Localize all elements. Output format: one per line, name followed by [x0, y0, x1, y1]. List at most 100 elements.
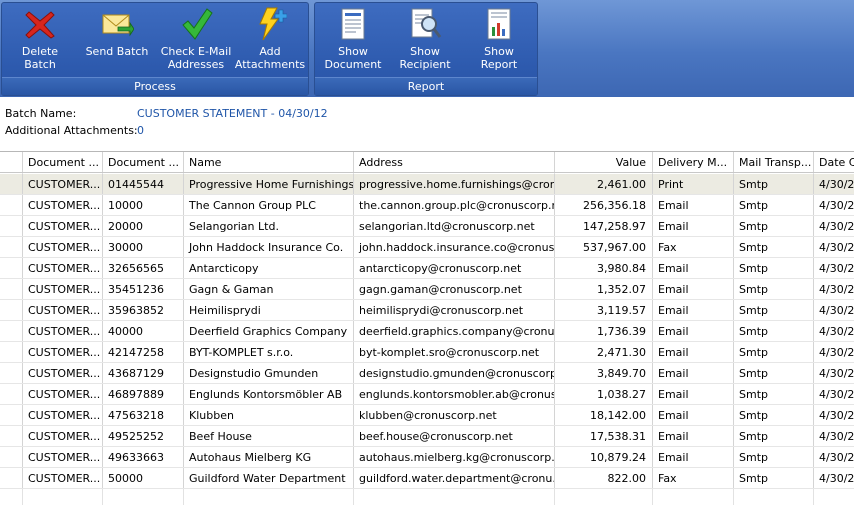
- cell-delivery-method[interactable]: Email: [653, 363, 734, 383]
- cell-value[interactable]: 256,356.18: [555, 195, 653, 215]
- row-selector[interactable]: [0, 363, 23, 383]
- cell-date-created[interactable]: 4/30/20: [814, 426, 854, 446]
- cell-value[interactable]: 2,471.30: [555, 342, 653, 362]
- cell-date-created[interactable]: 4/30/20: [814, 405, 854, 425]
- table-row[interactable]: CUSTOMER... 35963852 Heimilisprydi heimilis…: [0, 300, 854, 321]
- table-row[interactable]: CUSTOMER... 35451236 Gagn & Gaman gagn.gama…: [0, 279, 854, 300]
- cell-date-created[interactable]: 4/30/20: [814, 321, 854, 341]
- cell-delivery-method[interactable]: Email: [653, 405, 734, 425]
- cell-delivery-method[interactable]: Email: [653, 279, 734, 299]
- cell-delivery-method[interactable]: Print: [653, 174, 734, 194]
- cell-date-created[interactable]: 4/30/20: [814, 342, 854, 362]
- cell-value[interactable]: 3,849.70: [555, 363, 653, 383]
- cell-name[interactable]: John Haddock Insurance Co.: [184, 237, 354, 257]
- cell-document-type[interactable]: CUSTOMER...: [23, 426, 103, 446]
- send-batch-button[interactable]: Send Batch: [78, 5, 156, 75]
- cell-value[interactable]: 3,980.84: [555, 258, 653, 278]
- cell-address[interactable]: john.haddock.insurance.co@cronus...: [354, 237, 555, 257]
- cell-address[interactable]: designstudio.gmunden@cronuscorp....: [354, 363, 555, 383]
- cell-document-type[interactable]: CUSTOMER...: [23, 279, 103, 299]
- cell-value[interactable]: 822.00: [555, 468, 653, 488]
- row-selector[interactable]: [0, 321, 23, 341]
- cell-mail-transport[interactable]: Smtp: [734, 216, 814, 236]
- cell-name[interactable]: The Cannon Group PLC: [184, 195, 354, 215]
- cell-document-no[interactable]: 49525252: [103, 426, 184, 446]
- show-report-button[interactable]: Show Report: [463, 5, 535, 75]
- cell-name[interactable]: Heimilisprydi: [184, 300, 354, 320]
- cell-mail-transport[interactable]: Smtp: [734, 195, 814, 215]
- cell-mail-transport[interactable]: Smtp: [734, 237, 814, 257]
- cell-address[interactable]: autohaus.mielberg.kg@cronuscorp.net: [354, 447, 555, 467]
- cell-name[interactable]: Selangorian Ltd.: [184, 216, 354, 236]
- cell-mail-transport[interactable]: Smtp: [734, 405, 814, 425]
- table-row[interactable]: CUSTOMER... 46897889 Englunds Kontorsmöble…: [0, 384, 854, 405]
- cell-name[interactable]: Beef House: [184, 426, 354, 446]
- cell-address[interactable]: progressive.home.furnishings@cron...: [354, 174, 555, 194]
- table-row[interactable]: CUSTOMER... 42147258 BYT-KOMPLET s.r.o. byt…: [0, 342, 854, 363]
- table-row[interactable]: CUSTOMER... 43687129 Designstudio Gmunden d…: [0, 363, 854, 384]
- cell-document-type[interactable]: CUSTOMER...: [23, 195, 103, 215]
- cell-name[interactable]: Antarcticopy: [184, 258, 354, 278]
- table-row[interactable]: CUSTOMER... 20000 Selangorian Ltd. selangor…: [0, 216, 854, 237]
- column-header-document-no[interactable]: Document ...: [103, 152, 184, 172]
- cell-date-created[interactable]: 4/30/20: [814, 279, 854, 299]
- cell-mail-transport[interactable]: Smtp: [734, 426, 814, 446]
- cell-document-no[interactable]: 10000: [103, 195, 184, 215]
- cell-document-no[interactable]: 01445544: [103, 174, 184, 194]
- cell-date-created[interactable]: 4/30/20: [814, 258, 854, 278]
- cell-date-created[interactable]: 4/30/20: [814, 195, 854, 215]
- cell-address[interactable]: englunds.kontorsmobler.ab@cronusc...: [354, 384, 555, 404]
- cell-document-no[interactable]: 30000: [103, 237, 184, 257]
- cell-mail-transport[interactable]: Smtp: [734, 363, 814, 383]
- cell-document-no[interactable]: 35451236: [103, 279, 184, 299]
- additional-attachments-value[interactable]: 0: [137, 124, 144, 137]
- cell-document-no[interactable]: 50000: [103, 468, 184, 488]
- cell-name[interactable]: Klubben: [184, 405, 354, 425]
- row-selector[interactable]: [0, 258, 23, 278]
- cell-date-created[interactable]: 4/30/20: [814, 300, 854, 320]
- cell-document-type[interactable]: CUSTOMER...: [23, 447, 103, 467]
- cell-mail-transport[interactable]: Smtp: [734, 447, 814, 467]
- cell-date-created[interactable]: 4/30/20: [814, 216, 854, 236]
- cell-document-type[interactable]: CUSTOMER...: [23, 342, 103, 362]
- row-selector[interactable]: [0, 300, 23, 320]
- cell-document-type[interactable]: CUSTOMER...: [23, 321, 103, 341]
- cell-document-no[interactable]: 47563218: [103, 405, 184, 425]
- cell-document-type[interactable]: CUSTOMER...: [23, 300, 103, 320]
- cell-document-type[interactable]: CUSTOMER...: [23, 237, 103, 257]
- cell-document-type[interactable]: CUSTOMER...: [23, 384, 103, 404]
- cell-address[interactable]: heimilisprydi@cronuscorp.net: [354, 300, 555, 320]
- cell-delivery-method[interactable]: Email: [653, 384, 734, 404]
- delete-batch-button[interactable]: Delete Batch: [4, 5, 76, 75]
- cell-name[interactable]: Englunds Kontorsmöbler AB: [184, 384, 354, 404]
- cell-value[interactable]: 10,879.24: [555, 447, 653, 467]
- show-recipient-button[interactable]: Show Recipient: [389, 5, 461, 75]
- row-selector[interactable]: [0, 468, 23, 488]
- cell-value[interactable]: 147,258.97: [555, 216, 653, 236]
- cell-document-type[interactable]: CUSTOMER...: [23, 216, 103, 236]
- column-header-address[interactable]: Address: [354, 152, 555, 172]
- cell-address[interactable]: byt-komplet.sro@cronuscorp.net: [354, 342, 555, 362]
- cell-document-type[interactable]: CUSTOMER...: [23, 363, 103, 383]
- cell-address[interactable]: guildford.water.department@cronu...: [354, 468, 555, 488]
- cell-date-created[interactable]: 4/30/20: [814, 363, 854, 383]
- table-row[interactable]: CUSTOMER... 50000 Guildford Water Departme…: [0, 468, 854, 489]
- cell-address[interactable]: beef.house@cronuscorp.net: [354, 426, 555, 446]
- cell-address[interactable]: klubben@cronuscorp.net: [354, 405, 555, 425]
- cell-value[interactable]: 18,142.00: [555, 405, 653, 425]
- cell-name[interactable]: Gagn & Gaman: [184, 279, 354, 299]
- row-selector[interactable]: [0, 405, 23, 425]
- cell-value[interactable]: 1,736.39: [555, 321, 653, 341]
- table-row[interactable]: CUSTOMER... 30000 John Haddock Insurance C…: [0, 237, 854, 258]
- add-attachments-button[interactable]: Add Attachments: [234, 5, 306, 75]
- table-row[interactable]: CUSTOMER... 32656565 Antarcticopy antarctic…: [0, 258, 854, 279]
- cell-document-no[interactable]: 40000: [103, 321, 184, 341]
- cell-date-created[interactable]: 4/30/20: [814, 174, 854, 194]
- cell-date-created[interactable]: 4/30/20: [814, 468, 854, 488]
- column-header-date-created[interactable]: Date Cr: [814, 152, 854, 172]
- cell-delivery-method[interactable]: Email: [653, 321, 734, 341]
- cell-document-no[interactable]: 43687129: [103, 363, 184, 383]
- row-selector[interactable]: [0, 384, 23, 404]
- row-selector[interactable]: [0, 342, 23, 362]
- cell-document-type[interactable]: CUSTOMER...: [23, 258, 103, 278]
